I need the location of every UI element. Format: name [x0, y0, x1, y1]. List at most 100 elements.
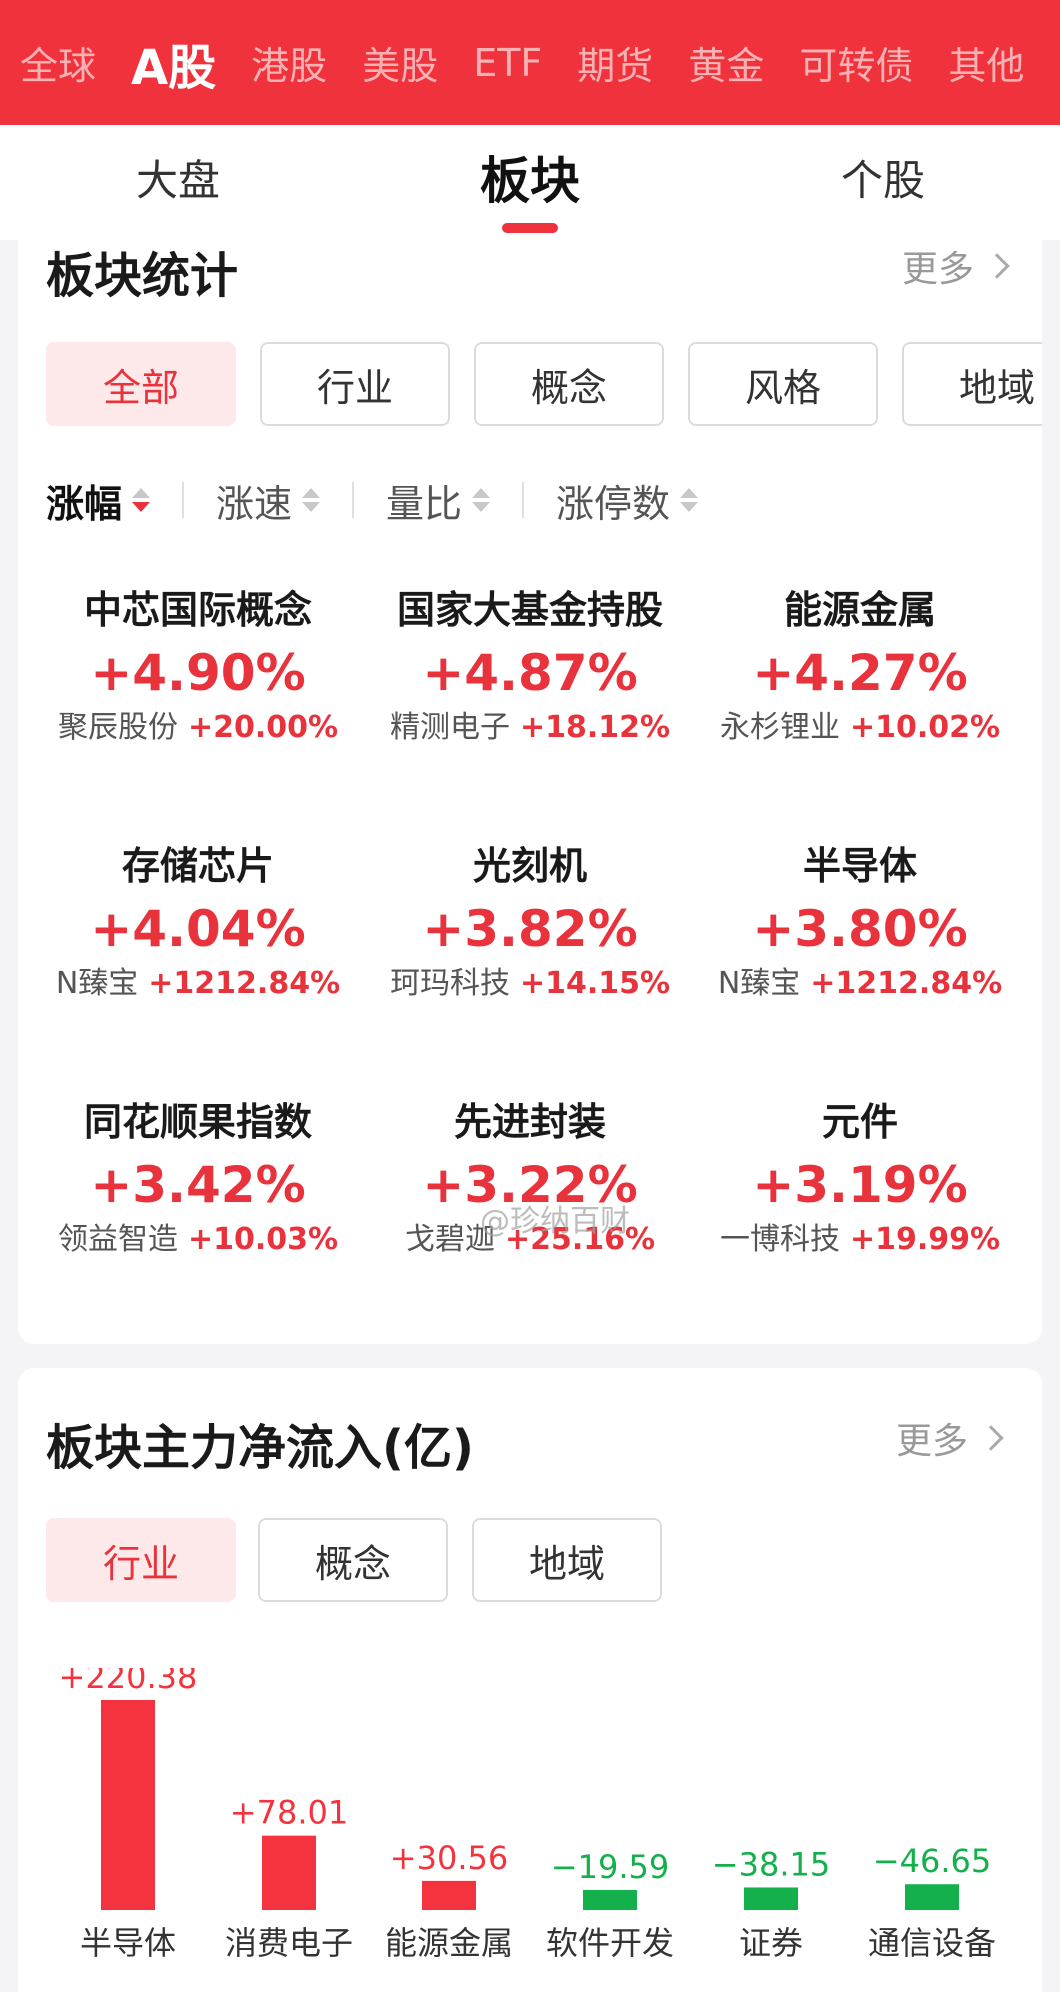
market-tab-other[interactable]: 其他 [948, 35, 1024, 90]
sort-arrows-icon [302, 488, 321, 512]
tab-gegu[interactable]: 个股 [841, 147, 925, 208]
leading-stock: 一博科技 +19.99% [695, 1220, 1025, 1260]
leading-stock-change: +1212.84% [148, 966, 341, 1001]
bar-3[interactable] [583, 1890, 637, 1910]
sort-limit-up-count[interactable]: 涨停数 [556, 473, 699, 528]
leading-stock-name: N臻宝 [717, 966, 801, 1001]
leading-stock-name: N臻宝 [55, 966, 139, 1001]
sort-label: 量比 [386, 481, 463, 526]
sector-name: 同花顺果指数 [83, 1100, 312, 1144]
leading-stock-change: +14.15% [519, 966, 671, 1001]
sort-arrows-icon [132, 488, 151, 512]
leading-stock: 领益智造 +10.03% [33, 1220, 363, 1260]
market-tab-global[interactable]: 全球 [20, 35, 96, 90]
leading-stock-change: +10.02% [849, 710, 1001, 745]
sector-change: +3.19% [752, 1156, 968, 1214]
sector-change: +4.90% [90, 644, 306, 702]
sub-tab-bar: 大盘 板块 个股 [0, 125, 1060, 240]
tab-dapan[interactable]: 大盘 [136, 147, 220, 208]
market-tab-bar: 全球 A股 港股 美股 ETF 期货 黄金 可转债 其他 [0, 0, 1060, 125]
filter-chip-concept[interactable]: 概念 [474, 342, 664, 426]
sort-rise[interactable]: 涨幅 [46, 473, 151, 528]
sort-arrows-icon [680, 488, 699, 512]
market-tab-futures[interactable]: 期货 [577, 35, 653, 90]
bar-4[interactable] [744, 1887, 798, 1910]
sector-cell[interactable]: 同花顺果指数 +3.42% 领益智造 +10.03% [33, 1098, 363, 1260]
bar-0[interactable] [101, 1700, 155, 1910]
leading-stock: N臻宝 +1212.84% [695, 964, 1025, 1004]
bar-value-label: +78.01 [230, 1794, 348, 1832]
filter-chip-industry[interactable]: 行业 [260, 342, 450, 426]
filter-chip-all[interactable]: 全部 [46, 342, 236, 426]
leading-stock-change: +1212.84% [810, 966, 1003, 1001]
leading-stock: N臻宝 +1212.84% [33, 964, 363, 1004]
leading-stock-name: 永杉锂业 [719, 710, 840, 745]
sector-change: +3.82% [422, 900, 638, 958]
market-tab-a-share[interactable]: A股 [131, 28, 216, 98]
sector-name: 半导体 [802, 844, 917, 888]
sector-change: +3.42% [90, 1156, 306, 1214]
market-tab-etf[interactable]: ETF [473, 41, 542, 85]
leading-stock-name: 一博科技 [719, 1222, 840, 1257]
sort-arrows-icon [472, 488, 491, 512]
leading-stock-change: +18.12% [519, 710, 671, 745]
leading-stock-change: +20.00% [187, 710, 339, 745]
bar-category-label: 能源金属 [385, 1924, 513, 1962]
sort-volume-ratio[interactable]: 量比 [386, 473, 491, 528]
leading-stock-change: +19.99% [849, 1222, 1001, 1257]
watermark: @珍纳百财 [480, 1204, 630, 1239]
sector-name: 元件 [821, 1100, 898, 1144]
bar-value-label: +30.56 [390, 1839, 508, 1877]
sector-cell[interactable]: 国家大基金持股 +4.87% 精测电子 +18.12% [365, 586, 695, 748]
sector-cell[interactable]: 元件 +3.19% 一博科技 +19.99% [695, 1098, 1025, 1260]
net-inflow-more-button[interactable]: 更多 [895, 1412, 1004, 1464]
sector-change: +4.87% [422, 644, 638, 702]
sector-cell[interactable]: 光刻机 +3.82% 珂玛科技 +14.15% [365, 842, 695, 1004]
divider [352, 482, 355, 518]
sector-cell[interactable]: 能源金属 +4.27% 永杉锂业 +10.02% [695, 586, 1025, 748]
market-tab-us[interactable]: 美股 [362, 35, 438, 90]
bar-1[interactable] [262, 1835, 316, 1910]
market-tab-convertible[interactable]: 可转债 [799, 35, 913, 90]
flow-chip-region[interactable]: 地域 [472, 1518, 662, 1602]
divider [522, 482, 525, 518]
net-inflow-chart: +220.38 半导体 +78.01 消费电子 +30.56 能源金属 −19.59 软件开发… [18, 1668, 1042, 1992]
leading-stock-change: +10.03% [187, 1222, 339, 1257]
sector-change: +4.27% [752, 644, 968, 702]
chevron-right-icon [984, 253, 1010, 279]
sector-name: 能源金属 [783, 588, 936, 632]
bar-value-label: −19.59 [551, 1848, 669, 1886]
flow-chip-concept[interactable]: 概念 [258, 1518, 448, 1602]
bar-value-label: −46.65 [873, 1842, 991, 1880]
sector-name: 先进封装 [453, 1100, 606, 1144]
sector-cell[interactable]: 存储芯片 +4.04% N臻宝 +1212.84% [33, 842, 363, 1004]
filter-chip-style[interactable]: 风格 [688, 342, 878, 426]
flow-chip-industry[interactable]: 行业 [46, 1518, 236, 1602]
sector-stats-card: 板块统计 更多 全部 行业 概念 风格 地域 涨幅 涨速 量比 涨停数 中芯国际… [18, 236, 1042, 1344]
market-tab-hk[interactable]: 港股 [251, 35, 327, 90]
bar-value-label: +220.38 [59, 1668, 198, 1696]
bar-5[interactable] [905, 1884, 959, 1910]
bar-2[interactable] [422, 1880, 476, 1910]
leading-stock: 聚辰股份 +20.00% [33, 708, 363, 748]
leading-stock-name: 精测电子 [389, 710, 510, 745]
filter-chip-region[interactable]: 地域 [902, 342, 1042, 426]
divider [182, 482, 185, 518]
sector-stats-more-button[interactable]: 更多 [902, 240, 1010, 292]
chevron-right-icon [978, 1425, 1004, 1451]
leading-stock: 珂玛科技 +14.15% [365, 964, 695, 1004]
leading-stock: 精测电子 +18.12% [365, 708, 695, 748]
bar-category-label: 消费电子 [225, 1924, 353, 1962]
bar-category-label: 软件开发 [546, 1924, 674, 1962]
net-inflow-title: 板块主力净流入(亿) [46, 1420, 474, 1476]
leading-stock-name: 聚辰股份 [57, 710, 178, 745]
sector-cell[interactable]: 半导体 +3.80% N臻宝 +1212.84% [695, 842, 1025, 1004]
sort-label: 涨停数 [556, 481, 671, 526]
sector-name: 国家大基金持股 [396, 588, 663, 632]
more-label: 更多 [895, 1421, 968, 1462]
net-inflow-card: 板块主力净流入(亿) 更多 行业 概念 地域 +220.38 半导体 +78.01 消… [18, 1368, 1042, 1992]
tab-bankuai[interactable]: 板块 [480, 141, 580, 213]
sector-cell[interactable]: 中芯国际概念 +4.90% 聚辰股份 +20.00% [33, 586, 363, 748]
sort-speed[interactable]: 涨速 [216, 473, 321, 528]
market-tab-gold[interactable]: 黄金 [688, 35, 764, 90]
